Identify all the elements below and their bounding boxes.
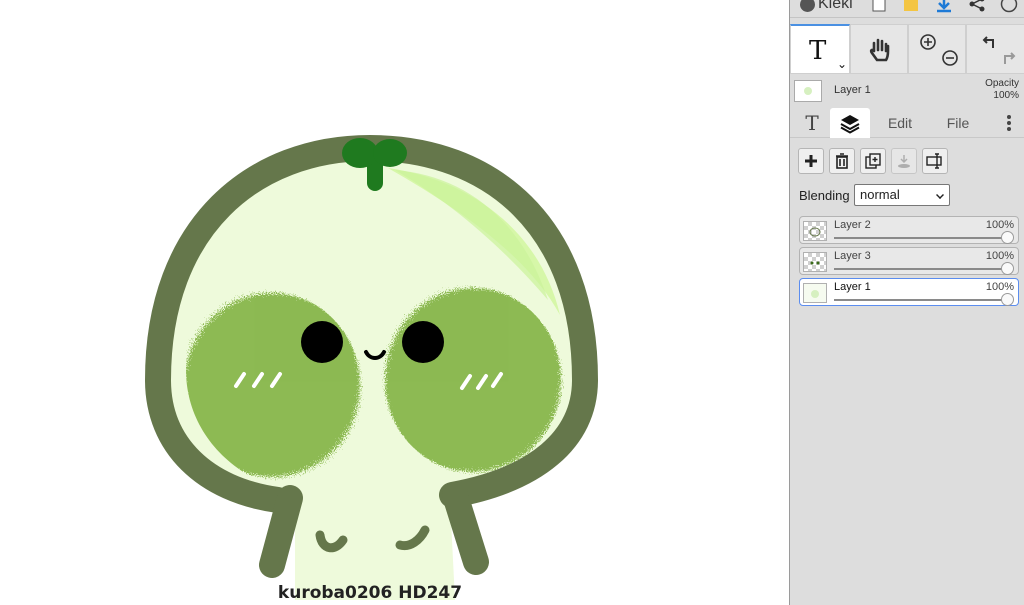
- sprout-leaf-left: [342, 138, 378, 168]
- layer-name: Layer 1: [834, 281, 871, 293]
- rename-icon: [926, 153, 942, 169]
- left-eye: [301, 321, 343, 363]
- rename-layer-button[interactable]: [922, 148, 948, 174]
- text-icon: T: [805, 111, 819, 135]
- layer-thumbnail: [803, 221, 827, 241]
- signature-text: kuroba0206 HD247: [278, 583, 462, 603]
- tool-row: T ⌄: [790, 24, 1024, 74]
- blending-select[interactable]: normal: [854, 184, 950, 206]
- blending-label: Blending: [799, 188, 850, 203]
- download-icon[interactable]: [935, 0, 953, 13]
- opacity-label: Opacity: [985, 78, 1019, 89]
- opacity-value: 100%: [993, 90, 1019, 101]
- more-options-icon[interactable]: [1007, 115, 1011, 131]
- chevron-down-icon[interactable]: ⌄: [837, 57, 847, 71]
- left-arm: [259, 485, 303, 578]
- layer-opacity-slider[interactable]: [834, 237, 1006, 239]
- layer-item-layer-2[interactable]: Layer 2 100%: [799, 216, 1019, 244]
- layer-opacity-handle[interactable]: [1001, 293, 1014, 306]
- layer-opacity-slider[interactable]: [834, 299, 1006, 301]
- blending-selected-value: normal: [860, 187, 900, 202]
- zoom-in-icon[interactable]: [919, 33, 937, 51]
- hand-icon: [869, 38, 890, 62]
- text-tool-icon: T: [809, 36, 827, 66]
- layers-icon: [840, 115, 860, 134]
- duplicate-layer-button[interactable]: [860, 148, 886, 174]
- tab-tool-settings[interactable]: T: [794, 108, 830, 138]
- layer-opacity-handle[interactable]: [1001, 262, 1014, 275]
- trash-icon: [836, 153, 848, 169]
- app-name: Kleki: [818, 0, 853, 12]
- layer-thumbnail: [803, 283, 827, 303]
- layer-preview-thumbnail[interactable]: [794, 80, 822, 102]
- layer-opacity-value: 100%: [985, 250, 1014, 262]
- new-image-icon[interactable]: [870, 0, 888, 13]
- layer-opacity-handle[interactable]: [1001, 231, 1014, 244]
- tab-layers[interactable]: [830, 108, 870, 138]
- right-arm: [442, 482, 489, 575]
- layer-preview-row: Layer 1 Opacity 100%: [790, 74, 1024, 108]
- layer-name: Layer 3: [834, 250, 871, 262]
- chevron-down-icon: [936, 191, 944, 199]
- tab-file[interactable]: File: [934, 108, 982, 138]
- open-folder-icon[interactable]: [902, 0, 920, 13]
- layer-2-preview: [809, 227, 821, 237]
- zoom-out-icon[interactable]: [941, 49, 959, 67]
- text-tool-button[interactable]: T ⌄: [790, 24, 850, 74]
- right-blush: [385, 288, 561, 472]
- layer-thumbnail: [803, 252, 827, 272]
- merge-down-icon: [898, 155, 910, 168]
- share-icon[interactable]: [968, 0, 986, 13]
- help-icon[interactable]: [1000, 0, 1018, 13]
- layer-opacity-value: 100%: [985, 281, 1014, 293]
- layer-preview-opacity: Opacity 100%: [985, 78, 1019, 102]
- delete-layer-button[interactable]: [829, 148, 855, 174]
- side-panel: Kleki T ⌄ Layer 1 Opacity 100% T Edit Fi…: [789, 0, 1024, 605]
- canvas-artwork: kuroba0206 HD247: [144, 134, 599, 603]
- layer-3-preview: [810, 261, 820, 265]
- layer-opacity-slider[interactable]: [834, 268, 1006, 270]
- redo-icon[interactable]: [1001, 49, 1019, 67]
- kleki-logo: Kleki: [800, 0, 853, 14]
- right-eye: [402, 321, 444, 363]
- layer-name: Layer 2: [834, 219, 871, 231]
- merge-down-button[interactable]: [891, 148, 917, 174]
- layer-1-preview: [811, 290, 819, 298]
- panel-tabs: T Edit File: [790, 108, 1024, 138]
- layer-item-layer-3[interactable]: Layer 3 100%: [799, 247, 1019, 275]
- undo-icon[interactable]: [979, 33, 997, 51]
- add-layer-button[interactable]: [798, 148, 824, 174]
- layer-preview-name: Layer 1: [834, 84, 871, 96]
- kleki-logo-icon: [800, 0, 815, 12]
- plus-icon: [805, 155, 817, 167]
- layer-opacity-value: 100%: [985, 219, 1014, 231]
- tab-edit[interactable]: Edit: [876, 108, 924, 138]
- undo-redo-tools: [966, 24, 1024, 74]
- top-bar: Kleki: [790, 0, 1024, 18]
- layer-item-layer-1[interactable]: Layer 1 100%: [799, 278, 1019, 306]
- zoom-tools: [908, 24, 966, 74]
- hand-tool-button[interactable]: [850, 24, 908, 74]
- drawing-canvas[interactable]: kuroba0206 HD247: [0, 0, 790, 605]
- duplicate-icon: [865, 153, 881, 169]
- sprout-leaf-right: [373, 139, 407, 167]
